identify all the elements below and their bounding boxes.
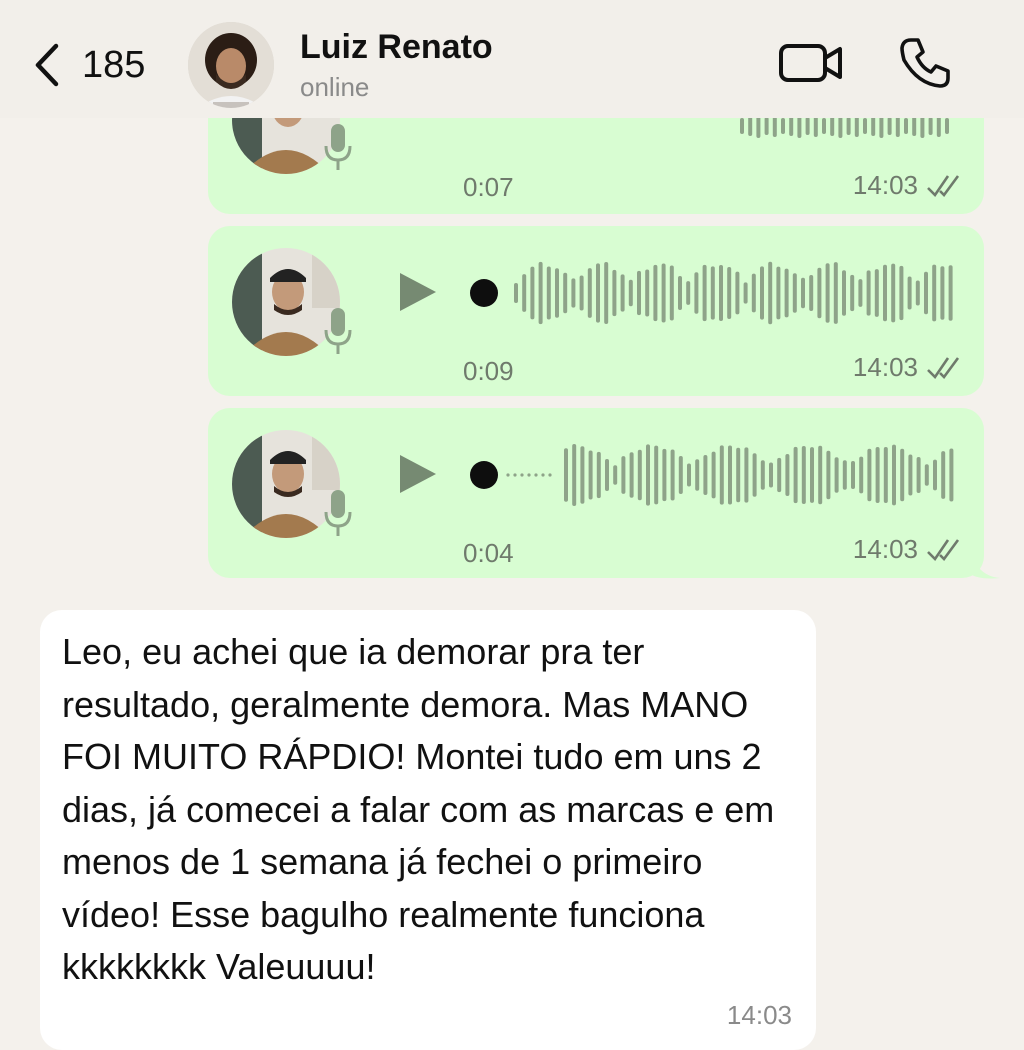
voice-message[interactable]: 0:04 14:03 — [208, 408, 984, 578]
video-camera-icon[interactable] — [778, 40, 844, 86]
microphone-icon — [324, 490, 352, 536]
waveform[interactable] — [500, 439, 956, 511]
contact-avatar[interactable] — [188, 22, 274, 108]
microphone-icon — [324, 308, 352, 354]
bubble-tail — [970, 548, 1000, 579]
double-check-icon — [927, 357, 960, 380]
phone-icon[interactable] — [898, 36, 952, 90]
message-time: 14:03 — [852, 352, 918, 382]
playback-handle[interactable] — [470, 279, 498, 307]
contact-status: online — [300, 72, 370, 102]
play-icon[interactable] — [396, 453, 438, 495]
unread-count[interactable]: 185 — [82, 44, 145, 87]
voice-duration: 0:09 — [463, 356, 514, 386]
double-check-icon — [927, 539, 960, 562]
incoming-message[interactable]: Leo, eu achei que ia demorar pra ter res… — [40, 610, 816, 1050]
play-icon[interactable] — [396, 271, 438, 313]
voice-duration: 0:07 — [463, 172, 514, 202]
chat-header: 185 Luiz Renato online — [0, 0, 1024, 118]
message-time: 14:03 — [852, 170, 918, 200]
voice-message[interactable]: 0:09 14:03 — [208, 226, 984, 396]
message-time: 14:03 — [726, 1000, 792, 1030]
chevron-left-icon[interactable] — [30, 40, 70, 90]
message-text: Leo, eu achei que ia demorar pra ter res… — [62, 631, 775, 987]
message-time: 14:03 — [852, 534, 918, 564]
waveform[interactable] — [500, 257, 956, 329]
voice-duration: 0:04 — [463, 538, 514, 568]
contact-name[interactable]: Luiz Renato — [300, 28, 493, 67]
double-check-icon — [927, 175, 960, 198]
playback-handle[interactable] — [470, 461, 498, 489]
